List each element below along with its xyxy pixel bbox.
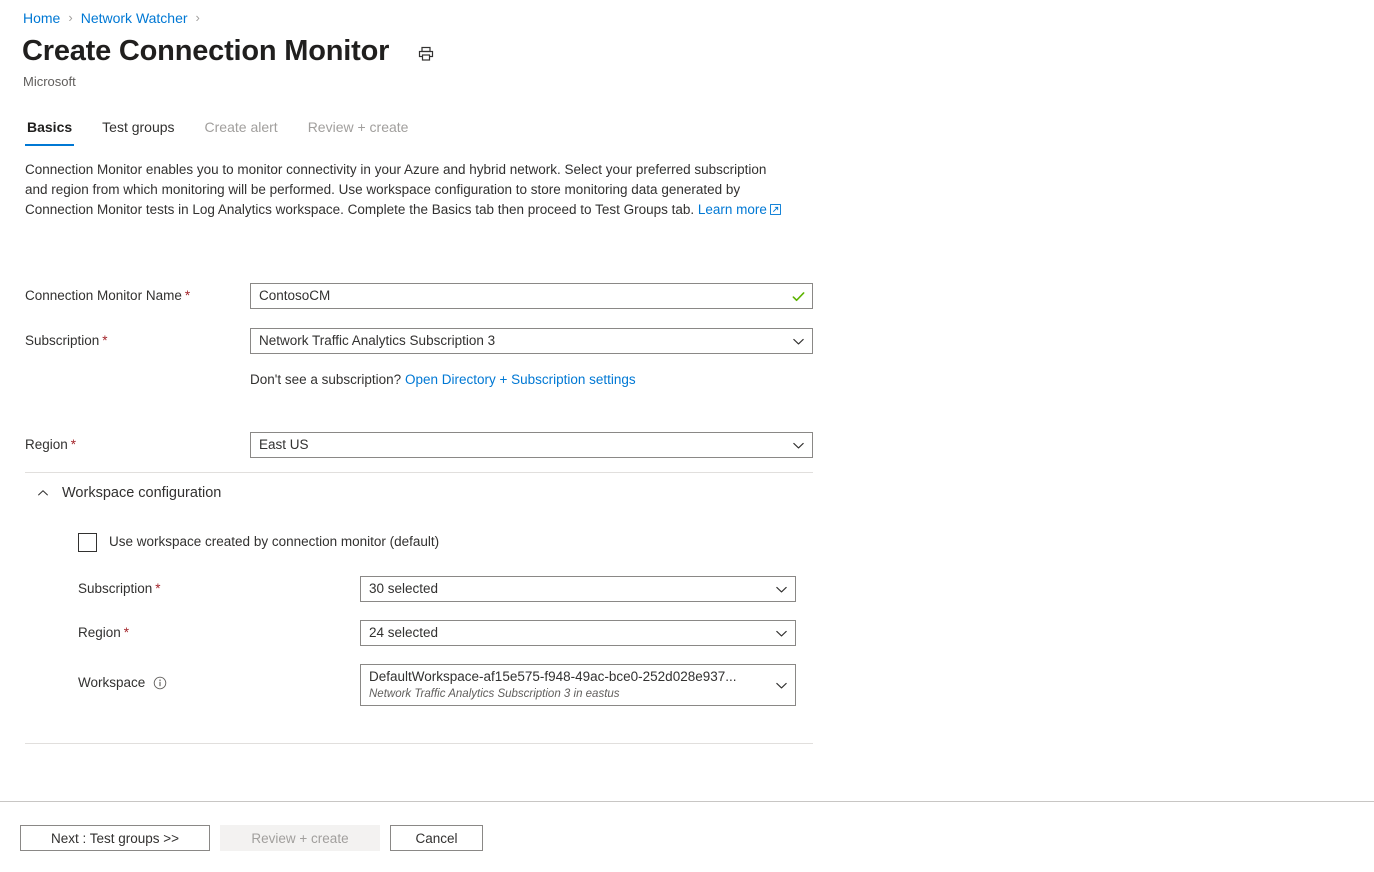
page-header: Create Connection Monitor xyxy=(22,32,439,70)
use-default-workspace-checkbox[interactable]: Use workspace created by connection moni… xyxy=(78,532,439,552)
description-body: Connection Monitor enables you to monito… xyxy=(25,162,766,217)
description-text: Connection Monitor enables you to monito… xyxy=(25,160,785,221)
checkmark-icon xyxy=(791,289,806,304)
field-subscription: Subscription* Network Traffic Analytics … xyxy=(25,328,813,354)
breadcrumb-item-home[interactable]: Home xyxy=(23,8,60,28)
subscription-dropdown[interactable]: Network Traffic Analytics Subscription 3 xyxy=(250,328,813,354)
connection-monitor-name-input[interactable]: ContosoCM xyxy=(250,283,813,309)
page-title: Create Connection Monitor xyxy=(22,32,389,70)
subscription-hint: Don't see a subscription? Open Directory… xyxy=(250,370,636,390)
review-create-button: Review + create xyxy=(220,825,380,851)
workspace-value: DefaultWorkspace-af15e575-f948-49ac-bce0… xyxy=(369,668,768,686)
footer-actions: Next : Test groups >> Review + create Ca… xyxy=(20,825,483,851)
section-divider-bottom xyxy=(25,743,813,744)
region-label: Region* xyxy=(25,432,250,455)
cancel-button[interactable]: Cancel xyxy=(390,825,483,851)
tab-create-alert: Create alert xyxy=(203,117,280,146)
breadcrumb-separator-icon: › xyxy=(68,8,72,28)
section-divider-top xyxy=(25,472,813,473)
external-link-icon[interactable] xyxy=(770,201,781,221)
workspace-subscription-dropdown[interactable]: 30 selected xyxy=(360,576,796,602)
field-workspace: Workspace DefaultWorkspace-af15e575-f948… xyxy=(78,664,796,706)
tab-basics[interactable]: Basics xyxy=(25,117,74,146)
workspace-subtext: Network Traffic Analytics Subscription 3… xyxy=(369,686,768,702)
footer-divider xyxy=(0,801,1374,802)
chevron-down-icon xyxy=(774,626,789,641)
breadcrumb: Home › Network Watcher › xyxy=(23,8,208,28)
region-value: East US xyxy=(259,433,785,457)
breadcrumb-separator-icon: › xyxy=(196,8,200,28)
connection-monitor-name-value: ContosoCM xyxy=(259,284,785,308)
print-icon[interactable] xyxy=(413,41,439,67)
tab-review-create: Review + create xyxy=(306,117,411,146)
required-asterisk: * xyxy=(185,288,190,303)
workspace-region-value: 24 selected xyxy=(369,621,768,645)
workspace-dropdown[interactable]: DefaultWorkspace-af15e575-f948-49ac-bce0… xyxy=(360,664,796,706)
field-region: Region* East US xyxy=(25,432,813,458)
tab-list: Basics Test groups Create alert Review +… xyxy=(25,112,436,146)
next-test-groups-button[interactable]: Next : Test groups >> xyxy=(20,825,210,851)
breadcrumb-item-network-watcher[interactable]: Network Watcher xyxy=(81,8,188,28)
field-workspace-region: Region* 24 selected xyxy=(78,620,796,646)
subscription-hint-text: Don't see a subscription? xyxy=(250,372,401,387)
field-connection-monitor-name: Connection Monitor Name* ContosoCM xyxy=(25,283,813,309)
chevron-up-icon xyxy=(34,484,52,502)
required-asterisk: * xyxy=(155,581,160,596)
workspace-configuration-title: Workspace configuration xyxy=(62,483,221,503)
workspace-dropdown-text: DefaultWorkspace-af15e575-f948-49ac-bce0… xyxy=(369,668,768,702)
chevron-down-icon xyxy=(774,678,789,693)
region-dropdown[interactable]: East US xyxy=(250,432,813,458)
workspace-subscription-value: 30 selected xyxy=(369,577,768,601)
use-default-workspace-label: Use workspace created by connection moni… xyxy=(109,532,439,552)
required-asterisk: * xyxy=(71,437,76,452)
chevron-down-icon xyxy=(774,582,789,597)
chevron-down-icon xyxy=(791,438,806,453)
subscription-value: Network Traffic Analytics Subscription 3 xyxy=(259,329,785,353)
required-asterisk: * xyxy=(124,625,129,640)
required-asterisk: * xyxy=(102,333,107,348)
workspace-subscription-label: Subscription* xyxy=(78,576,360,599)
page-subtitle: Microsoft xyxy=(23,73,76,91)
connection-monitor-name-label: Connection Monitor Name* xyxy=(25,283,250,306)
open-directory-subscription-settings-link[interactable]: Open Directory + Subscription settings xyxy=(405,372,636,387)
workspace-region-label: Region* xyxy=(78,620,360,643)
workspace-configuration-section-toggle[interactable]: Workspace configuration xyxy=(34,483,221,503)
workspace-label: Workspace xyxy=(78,664,360,693)
info-icon[interactable] xyxy=(153,676,167,690)
learn-more-link[interactable]: Learn more xyxy=(698,202,767,217)
checkbox-box-icon xyxy=(78,533,97,552)
field-workspace-subscription: Subscription* 30 selected xyxy=(78,576,796,602)
chevron-down-icon xyxy=(791,334,806,349)
workspace-region-dropdown[interactable]: 24 selected xyxy=(360,620,796,646)
subscription-label: Subscription* xyxy=(25,328,250,351)
tab-test-groups[interactable]: Test groups xyxy=(100,117,176,146)
